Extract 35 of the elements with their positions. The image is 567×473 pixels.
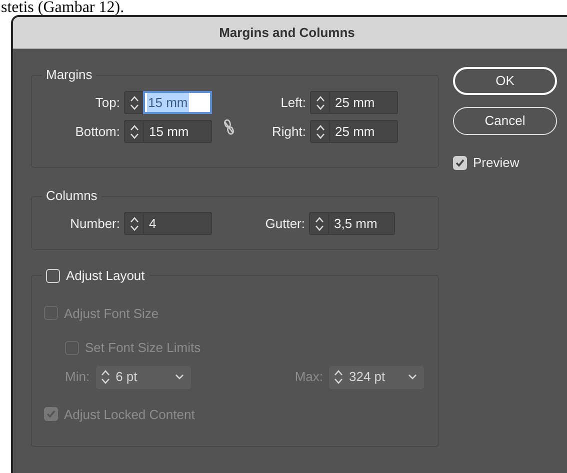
window-title: Margins and Columns — [13, 17, 567, 49]
field-label: Left: — [280, 94, 306, 112]
number-field[interactable]: 25 mm — [310, 91, 398, 114]
field-label: Bottom: — [74, 122, 120, 141]
number-field[interactable]: 15 mm — [124, 120, 212, 143]
checkbox-label: Preview — [473, 154, 520, 172]
checkbox-label: Set Font Size Limits — [85, 339, 201, 357]
number-field[interactable]: 3,5 mm — [309, 212, 395, 235]
stepper-icon[interactable] — [130, 124, 138, 140]
field-label: Max: — [294, 368, 323, 386]
field-label: Top: — [94, 94, 120, 112]
checkbox-label: Adjust Font Size — [64, 304, 159, 323]
checkmark-icon — [46, 409, 56, 420]
field-label: Gutter: — [264, 214, 305, 233]
group-label: Margins — [46, 67, 92, 82]
field-label: Min: — [65, 368, 90, 386]
field-label: Number: — [69, 214, 120, 233]
document-text: stetis (Gambar 12). — [1, 0, 124, 15]
field-label: Right: — [271, 122, 306, 141]
dialog-button[interactable]: Cancel — [453, 107, 557, 135]
stepper-icon[interactable] — [316, 94, 324, 110]
stepper-icon[interactable] — [316, 124, 324, 140]
stepper-icon[interactable] — [314, 216, 324, 232]
checkbox[interactable] — [453, 156, 467, 170]
dialog-button[interactable]: OK — [453, 67, 557, 95]
group-label: Columns — [46, 188, 98, 203]
number-field[interactable]: 25 mm — [310, 120, 398, 143]
checkbox-label: Adjust Layout — [66, 267, 145, 285]
stepper-icon[interactable] — [130, 216, 138, 232]
stepper-icon[interactable] — [130, 94, 138, 110]
link-icon[interactable] — [223, 119, 235, 135]
number-field[interactable]: 15 mm — [124, 91, 212, 114]
checkbox-label: Adjust Locked Content — [64, 406, 195, 424]
checkmark-icon — [455, 158, 465, 168]
number-field[interactable]: 4 — [124, 212, 212, 235]
